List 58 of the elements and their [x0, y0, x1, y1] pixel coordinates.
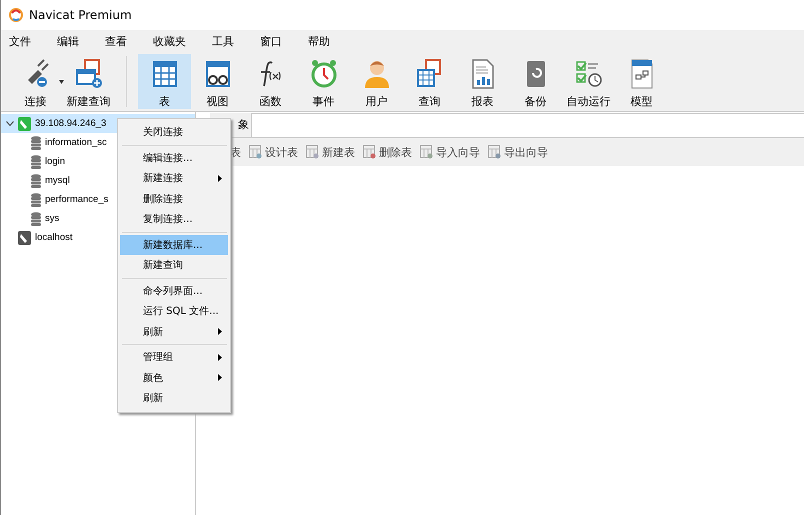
toolbar-button[interactable]: 用户	[350, 54, 403, 109]
table-tool-icon	[306, 145, 319, 159]
context-menu-item[interactable]: 颜色	[120, 368, 228, 388]
toolbar-button[interactable]: 表	[138, 54, 191, 109]
object-tool-button[interactable]: 新建表	[306, 144, 355, 160]
toolbar-button[interactable]: 视图	[191, 54, 244, 109]
context-menu-item[interactable]: 新建连接	[120, 168, 228, 188]
table-tool-icon	[249, 145, 262, 159]
database-icon	[31, 154, 41, 168]
object-tool-button[interactable]: 表	[230, 144, 241, 160]
context-menu-item[interactable]: 管理组	[120, 347, 228, 368]
context-menu-item[interactable]: 运行 SQL 文件...	[120, 301, 228, 322]
context-menu-item[interactable]: 新建数据库...	[120, 234, 228, 255]
object-tool-button[interactable]: 删除表	[363, 144, 412, 160]
caret-icon	[59, 80, 64, 84]
context-menu-item[interactable]: 删除连接	[120, 188, 228, 209]
object-tool-button[interactable]: 导入向导	[420, 144, 480, 160]
function-icon	[260, 61, 281, 87]
database-icon	[31, 174, 41, 188]
table-tool-icon	[420, 145, 433, 159]
menu-item[interactable]: 帮助	[304, 34, 342, 48]
menu-item[interactable]: 编辑	[53, 34, 91, 48]
context-menu-item[interactable]: 刷新	[120, 388, 228, 408]
toolbar-button[interactable]: 模型	[615, 54, 668, 109]
table-tool-icon	[488, 145, 501, 159]
menu-item[interactable]: 收藏夹	[149, 34, 198, 48]
toolbar-button[interactable]: 函数	[244, 54, 297, 109]
context-menu-item[interactable]: 命令列界面...	[120, 280, 228, 301]
table-tool-icon	[363, 145, 376, 159]
context-menu-item[interactable]: 新建查询	[120, 255, 228, 276]
toolbar-button[interactable]: 自动运行	[562, 54, 615, 109]
toolbar-button[interactable]: 报表	[456, 54, 509, 109]
database-icon	[31, 192, 41, 206]
context-menu-item[interactable]: 编辑连接...	[120, 148, 228, 168]
toolbar-button[interactable]: 连接	[9, 54, 62, 109]
menu-item[interactable]: 查看	[101, 34, 139, 48]
toolbar-button[interactable]: 查询	[403, 54, 456, 109]
menu-item[interactable]: 工具	[208, 34, 246, 48]
submenu-arrow-icon	[218, 374, 222, 382]
context-menu-item[interactable]: 刷新	[120, 322, 228, 342]
submenu-arrow-icon	[218, 174, 222, 182]
app-logo-icon	[9, 8, 23, 22]
object-tool-button[interactable]: 设计表	[249, 144, 298, 160]
chevron-icon	[6, 120, 14, 126]
toolbar-button[interactable]: 事件	[297, 54, 350, 109]
submenu-arrow-icon	[218, 328, 222, 336]
toolbar-button[interactable]: 新建查询	[62, 54, 115, 109]
context-menu-item[interactable]: 复制连接...	[120, 209, 228, 230]
window-title: Navicat Premium	[29, 8, 132, 22]
submenu-arrow-icon	[218, 354, 222, 361]
connection-icon	[18, 230, 31, 244]
toolbar-button[interactable]: 备份	[509, 54, 562, 109]
database-icon	[31, 136, 41, 150]
menu-item[interactable]: 窗口	[256, 34, 294, 48]
object-tool-button[interactable]: 导出向导	[488, 144, 548, 160]
menu-item[interactable]: 文件	[5, 34, 43, 48]
database-icon	[31, 212, 41, 226]
connection-icon	[18, 116, 31, 130]
